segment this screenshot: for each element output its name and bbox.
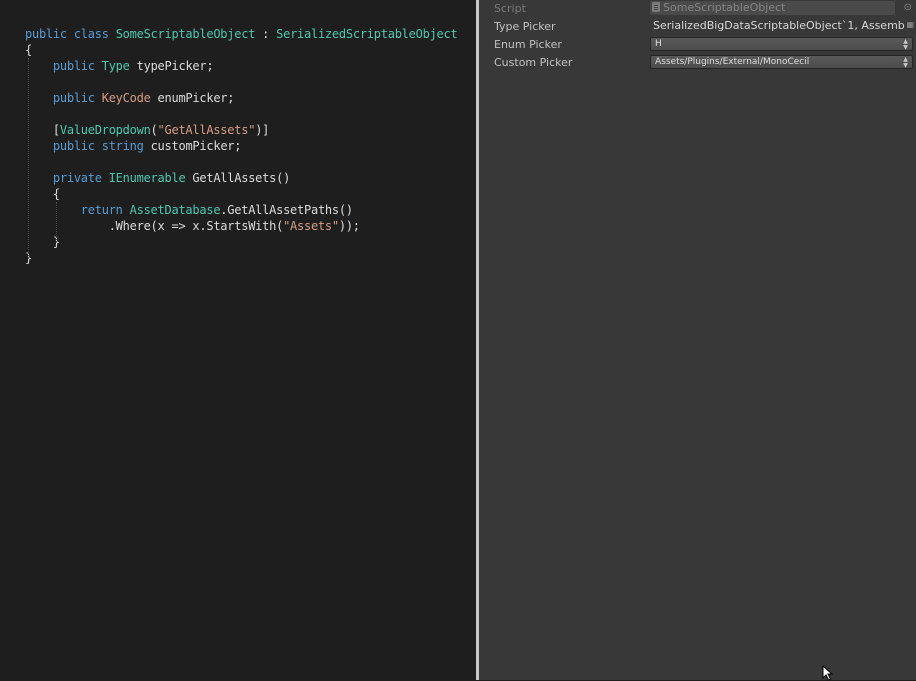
code-token: "Assets": [283, 219, 339, 233]
dropdown-arrows-icon: ▲ ▼: [903, 56, 908, 69]
type-picker-label: Type Picker: [494, 20, 556, 33]
code-line: {: [25, 42, 32, 58]
code-token: {: [25, 43, 32, 57]
code-token: ));: [338, 219, 360, 233]
script-value: SomeScriptableObject: [663, 1, 786, 14]
custom-picker-row: Custom Picker Assets/Plugins/External/Mo…: [479, 54, 916, 72]
script-row: Script SomeScriptableObject ⊙: [479, 0, 916, 18]
code-line: {: [25, 186, 60, 202]
code-token: typePicker;: [129, 59, 214, 73]
code-token: AssetDatabase: [129, 203, 221, 217]
code-token: KeyCode: [101, 91, 151, 105]
code-token: public: [25, 27, 74, 41]
code-token: )]: [255, 123, 270, 137]
code-token: [: [25, 123, 60, 137]
code-token: class: [73, 27, 116, 41]
code-token: SomeScriptableObject: [115, 27, 256, 41]
code-token: public: [52, 139, 102, 153]
code-token: private: [52, 171, 109, 185]
code-line: .Where(x => x.StartsWith("Assets"));: [25, 218, 360, 234]
code-line: }: [25, 234, 60, 250]
custom-picker-label: Custom Picker: [494, 56, 573, 69]
mouse-cursor-icon: [822, 665, 834, 681]
script-field: SomeScriptableObject: [650, 1, 895, 15]
code-token: enumPicker;: [150, 91, 235, 105]
enum-picker-value: H: [655, 39, 662, 49]
code-line: [ValueDropdown("GetAllAssets")]: [25, 122, 269, 138]
code-line: public KeyCode enumPicker;: [25, 90, 235, 106]
type-picker-row: Type Picker SerializedBigDataScriptableO…: [479, 18, 916, 36]
code-token: {: [25, 187, 60, 201]
code-line: public Type typePicker;: [25, 58, 214, 74]
custom-picker-value: Assets/Plugins/External/MonoCecil: [655, 57, 810, 67]
code-token: :: [255, 27, 277, 41]
code-token: ValueDropdown: [59, 123, 151, 137]
inspector-panel: Script SomeScriptableObject ⊙ Type Picke…: [479, 0, 916, 680]
enum-picker-dropdown[interactable]: H ▲ ▼: [650, 37, 913, 51]
type-selector-icon[interactable]: ▦: [906, 20, 914, 30]
code-line: return AssetDatabase.GetAllAssetPaths(): [25, 202, 353, 218]
enum-picker-label: Enum Picker: [494, 38, 562, 51]
script-file-icon: [652, 2, 660, 12]
code-token: }: [25, 235, 60, 249]
indent-guide: [56, 202, 57, 242]
code-token: (: [150, 123, 158, 137]
code-token: public: [52, 91, 102, 105]
code-line: private IEnumerable GetAllAssets(): [25, 170, 290, 186]
code-token: customPicker;: [143, 139, 242, 153]
code-token: .GetAllAssetPaths(): [220, 203, 353, 217]
code-token: public: [52, 59, 102, 73]
code-token: SerializedScriptableObject: [276, 27, 458, 41]
type-picker-field[interactable]: SerializedBigDataScriptableObject`1, Ass…: [650, 19, 912, 33]
code-token: "GetAllAssets": [157, 123, 256, 137]
type-picker-value: SerializedBigDataScriptableObject`1, Ass…: [653, 19, 905, 32]
code-token: GetAllAssets(): [185, 171, 291, 185]
code-editor[interactable]: public class SomeScriptableObject : Seri…: [0, 0, 476, 680]
code-token: string: [101, 139, 144, 153]
custom-picker-dropdown[interactable]: Assets/Plugins/External/MonoCecil ▲ ▼: [650, 55, 913, 69]
code-token: Type: [101, 59, 130, 73]
code-line: public string customPicker;: [25, 138, 242, 154]
object-picker-icon[interactable]: ⊙: [904, 1, 912, 15]
script-label: Script: [494, 2, 526, 15]
indent-guide: [28, 58, 29, 258]
code-token: .Where(x => x.StartsWith(: [25, 219, 284, 233]
code-token: IEnumerable: [108, 171, 186, 185]
enum-picker-row: Enum Picker H ▲ ▼: [479, 36, 916, 54]
code-line: public class SomeScriptableObject : Seri…: [25, 26, 458, 42]
dropdown-arrows-icon: ▲ ▼: [903, 38, 908, 51]
code-token: return: [80, 203, 130, 217]
